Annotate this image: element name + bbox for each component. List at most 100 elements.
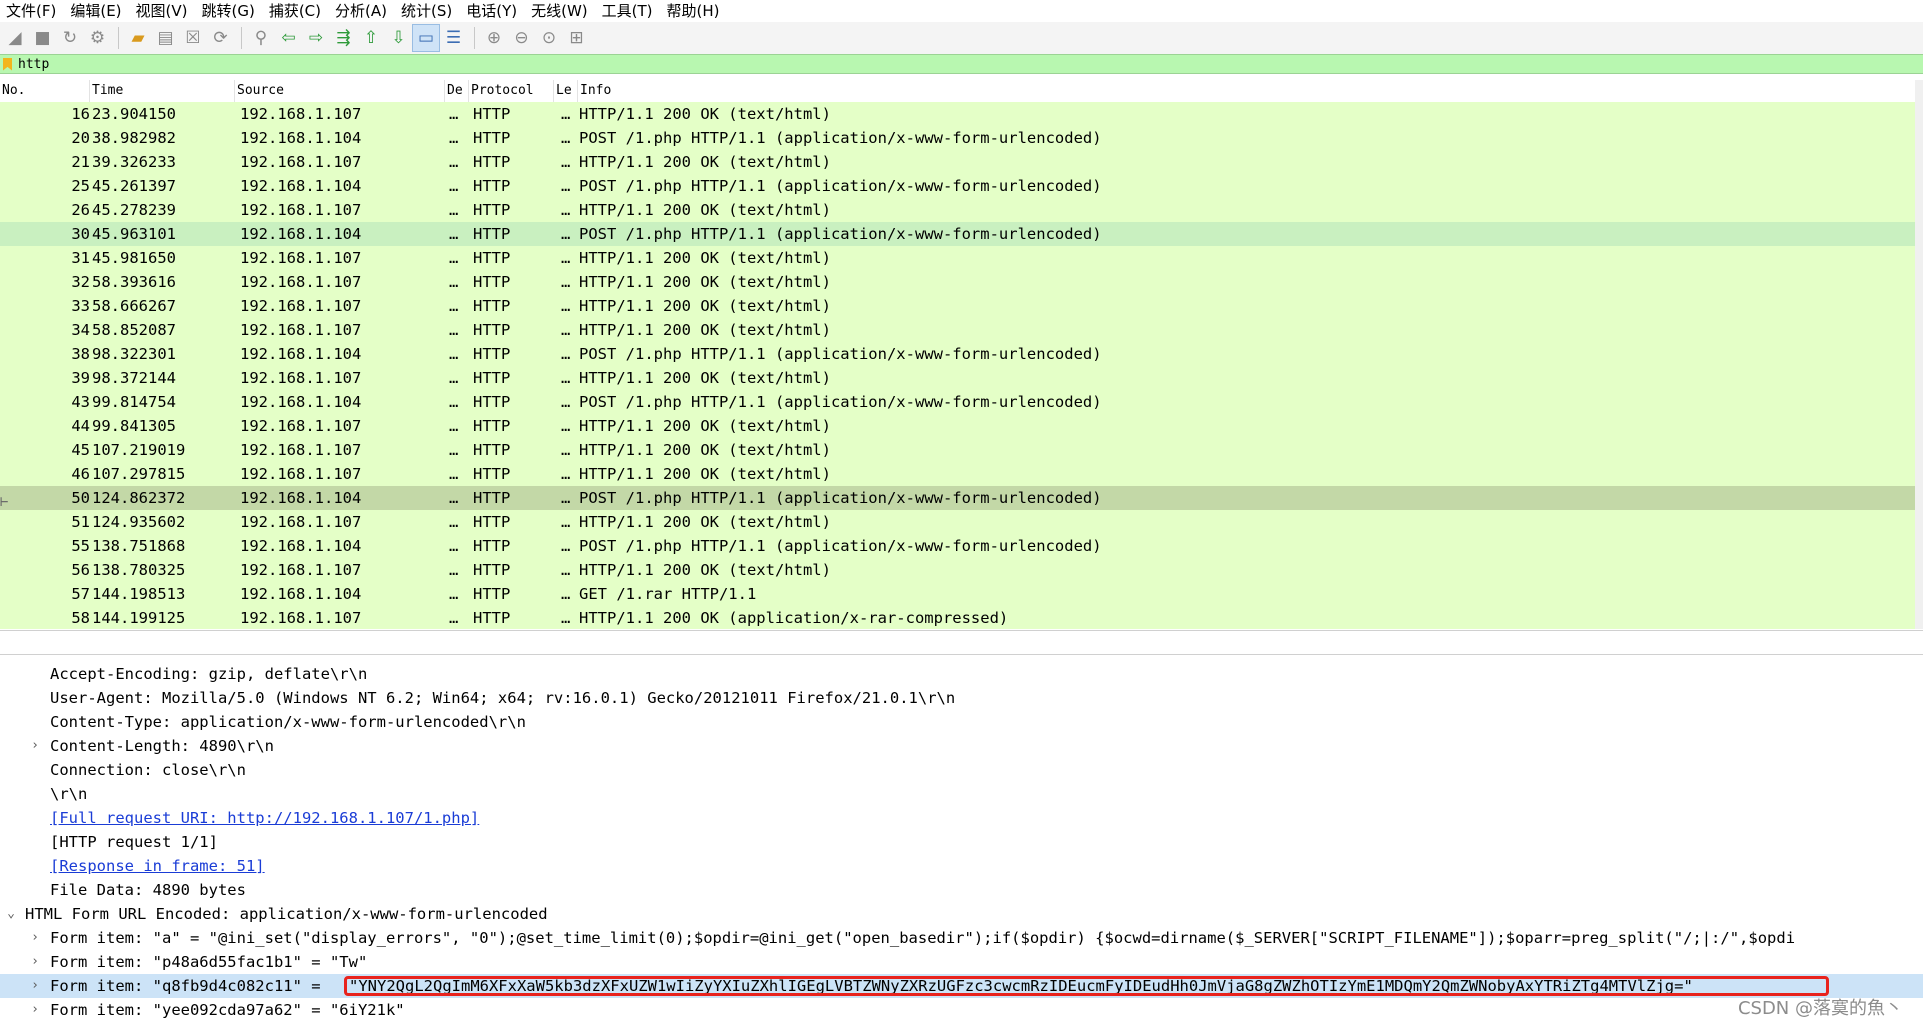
packet-row[interactable]: 55 138.751868 192.168.1.104 … HTTP … POST /1.p…: [0, 534, 1923, 558]
detail-line[interactable]: Accept-Encoding: gzip, deflate\r\n: [0, 662, 1923, 686]
detail-line[interactable]: [HTTP request 1/1]: [0, 830, 1923, 854]
pane-splitter[interactable]: [0, 630, 1923, 655]
packet-cell-src: 192.168.1.104: [240, 345, 362, 363]
menu-item[interactable]: 编辑(E): [64, 0, 129, 22]
form-item-q8-key: Form item: "q8fb9d4c082c11" =: [50, 977, 321, 995]
packet-cell-len: …: [561, 417, 571, 435]
main-toolbar: ◢ ■ ↻ ⚙ ▰ ▤ ☒ ⟳ ⚲ ⇦ ⇨ ⇶ ⇧ ⇩ ▭ ☰ ⊕ ⊖ ⊙ ⊞: [0, 22, 1923, 54]
detail-line[interactable]: › Content-Length: 4890\r\n: [0, 734, 1923, 758]
menu-bar: 文件(F) 编辑(E) 视图(V) 跳转(G) 捕获(C) 分析(A) 统计(S) 电话(Y)…: [0, 0, 1923, 22]
display-filter-input[interactable]: [18, 56, 1908, 72]
chevron-down-icon[interactable]: ⌄: [4, 902, 18, 926]
packet-row[interactable]: 58 144.199125 192.168.1.107 … HTTP … HTTP/1.1 …: [0, 606, 1923, 630]
packet-cell-len: …: [561, 225, 571, 243]
detail-line[interactable]: File Data: 4890 bytes: [0, 878, 1923, 902]
detail-line[interactable]: › Form item: "a" = "@ini_set("display_er…: [0, 926, 1923, 950]
column-header-time[interactable]: Time: [90, 80, 235, 102]
chevron-right-icon[interactable]: ›: [28, 950, 42, 974]
detail-line[interactable]: [Response in frame: 51]: [0, 854, 1923, 878]
menu-item[interactable]: 无线(W): [525, 0, 596, 22]
column-header-protocol[interactable]: Protocol: [469, 80, 554, 102]
zoom-in-icon[interactable]: ⊕: [481, 25, 507, 51]
go-forward-icon[interactable]: ⇨: [303, 25, 329, 51]
go-last-icon[interactable]: ⇩: [386, 25, 412, 51]
autoscroll-icon[interactable]: ▭: [412, 24, 440, 52]
open-folder-icon[interactable]: ▰: [125, 25, 151, 51]
resize-columns-icon[interactable]: ⊞: [564, 25, 590, 51]
menu-item[interactable]: 统计(S): [395, 0, 460, 22]
content-type-line: Content-Type: application/x-www-form-url…: [50, 713, 526, 731]
packet-cell-info: HTTP/1.1 200 OK (text/html): [579, 441, 831, 459]
go-to-packet-icon[interactable]: ⇶: [331, 25, 357, 51]
chevron-right-icon[interactable]: ›: [28, 734, 42, 758]
file-icon[interactable]: ▤: [153, 25, 179, 51]
column-header-info[interactable]: Info: [578, 80, 1915, 102]
packet-row[interactable]: 45 107.219019 192.168.1.107 … HTTP … HTTP/1.1 …: [0, 438, 1923, 462]
menu-item[interactable]: 工具(T): [596, 0, 661, 22]
response-in-frame-link[interactable]: [Response in frame: 51]: [50, 854, 265, 878]
packet-list-scrollbar[interactable]: [1915, 80, 1923, 629]
packet-cell-no: 56: [71, 561, 90, 579]
packet-row[interactable]: 34 58.852087 192.168.1.107 … HTTP … HTTP/1.1 2…: [0, 318, 1923, 342]
packet-row[interactable]: 57 144.198513 192.168.1.104 … HTTP … GET /1.ra…: [0, 582, 1923, 606]
column-header-no[interactable]: No.: [0, 80, 90, 102]
shark-fin-start-icon[interactable]: ◢: [2, 25, 28, 51]
menu-item[interactable]: 文件(F): [0, 0, 64, 22]
packet-row[interactable]: 33 58.666267 192.168.1.107 … HTTP … HTTP/1.1 2…: [0, 294, 1923, 318]
packet-row[interactable]: 21 39.326233 192.168.1.107 … HTTP … HTTP/1.1 2…: [0, 150, 1923, 174]
packet-row[interactable]: 16 23.904150 192.168.1.107 … HTTP … HTTP/1.1 2…: [0, 102, 1923, 126]
chevron-right-icon[interactable]: ›: [28, 974, 42, 998]
close-file-icon[interactable]: ☒: [180, 25, 206, 51]
go-first-icon[interactable]: ⇧: [358, 25, 384, 51]
packet-row[interactable]: 31 45.981650 192.168.1.107 … HTTP … HTTP/1.1 2…: [0, 246, 1923, 270]
detail-line[interactable]: Connection: close\r\n: [0, 758, 1923, 782]
chevron-right-icon[interactable]: ›: [28, 998, 42, 1022]
detail-line[interactable]: User-Agent: Mozilla/5.0 (Windows NT 6.2;…: [0, 686, 1923, 710]
bookmark-icon[interactable]: [3, 57, 12, 71]
packet-row[interactable]: 56 138.780325 192.168.1.107 … HTTP … HTTP/1.1 …: [0, 558, 1923, 582]
detail-line[interactable]: \r\n: [0, 782, 1923, 806]
chevron-right-icon[interactable]: ›: [28, 926, 42, 950]
packet-cell-no: 57: [71, 585, 90, 603]
packet-cell-time: 124.935602: [92, 513, 186, 531]
menu-item[interactable]: 分析(A): [329, 0, 395, 22]
menu-item[interactable]: 跳转(G): [196, 0, 263, 22]
go-back-icon[interactable]: ⇦: [276, 25, 302, 51]
packet-row[interactable]: 44 99.841305 192.168.1.107 … HTTP … HTTP/1.1 2…: [0, 414, 1923, 438]
packet-cell-info: POST /1.php HTTP/1.1 (application/x-www-…: [579, 393, 1102, 411]
detail-line[interactable]: › Form item: "p48a6d55fac1b1" = "Tw": [0, 950, 1923, 974]
menu-item[interactable]: 电话(Y): [460, 0, 525, 22]
zoom-out-icon[interactable]: ⊖: [509, 25, 535, 51]
column-header-destination[interactable]: De: [445, 80, 469, 102]
restart-icon[interactable]: ↻: [57, 25, 83, 51]
packet-row[interactable]: 46 107.297815 192.168.1.107 … HTTP … HTTP/1.1 …: [0, 462, 1923, 486]
column-header-length[interactable]: Le: [554, 80, 578, 102]
colorize-icon[interactable]: ☰: [441, 25, 467, 51]
packet-row[interactable]: 39 98.372144 192.168.1.107 … HTTP … HTTP/1.1 2…: [0, 366, 1923, 390]
capture-options-icon[interactable]: ⚙: [85, 25, 111, 51]
detail-line[interactable]: [Full request URI: http://192.168.1.107/…: [0, 806, 1923, 830]
stop-icon[interactable]: ■: [30, 25, 56, 51]
packet-row[interactable]: 30 45.963101 192.168.1.104 … HTTP … POST /1.ph…: [0, 222, 1923, 246]
detail-line[interactable]: › Form item: "yee092cda97a62" = "6iY21k": [0, 998, 1923, 1022]
packet-row[interactable]: 50 124.862372 192.168.1.104… HTTP… POST /1.p…: [0, 486, 1923, 510]
detail-line-selected[interactable]: › Form item: "q8fb9d4c082c11" = "YNY2QgL…: [0, 974, 1923, 998]
toolbar-separator: [118, 27, 119, 49]
zoom-reset-icon[interactable]: ⊙: [536, 25, 562, 51]
full-request-uri-link[interactable]: [Full request URI: http://192.168.1.107/…: [50, 806, 479, 830]
detail-line[interactable]: Content-Type: application/x-www-form-url…: [0, 710, 1923, 734]
menu-item[interactable]: 捕获(C): [263, 0, 329, 22]
menu-item[interactable]: 帮助(H): [661, 0, 728, 22]
packet-row[interactable]: 38 98.322301 192.168.1.104 … HTTP … POST /1.ph…: [0, 342, 1923, 366]
search-icon[interactable]: ⚲: [248, 25, 274, 51]
packet-row[interactable]: 26 45.278239 192.168.1.107 … HTTP … HTTP/1.1 2…: [0, 198, 1923, 222]
detail-line[interactable]: ⌄ HTML Form URL Encoded: application/x-w…: [0, 902, 1923, 926]
reload-icon[interactable]: ⟳: [208, 25, 234, 51]
packet-row[interactable]: 25 45.261397 192.168.1.104 … HTTP … POST /1.ph…: [0, 174, 1923, 198]
packet-row[interactable]: 43 99.814754 192.168.1.104 … HTTP … POST /1.ph…: [0, 390, 1923, 414]
packet-row[interactable]: 51 124.935602 192.168.1.107 … HTTP … HTTP/1.1 …: [0, 510, 1923, 534]
packet-row[interactable]: 32 58.393616 192.168.1.107 … HTTP … HTTP/1.1 2…: [0, 270, 1923, 294]
packet-row[interactable]: 20 38.982982 192.168.1.104 … HTTP … POST /1.ph…: [0, 126, 1923, 150]
menu-item[interactable]: 视图(V): [130, 0, 196, 22]
column-header-source[interactable]: Source: [235, 80, 445, 102]
